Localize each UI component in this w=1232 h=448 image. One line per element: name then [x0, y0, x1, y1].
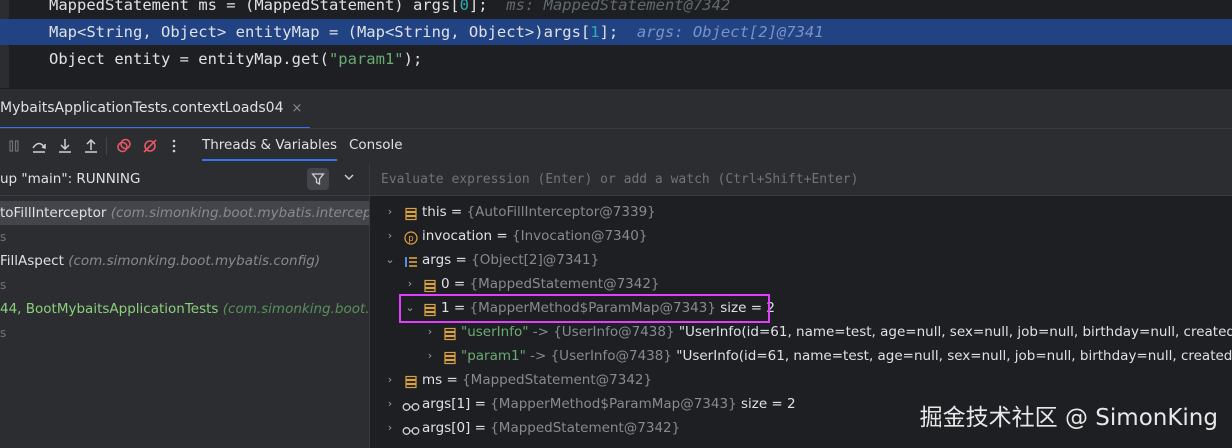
thread-selector[interactable]: up "main": RUNNING [0, 163, 369, 196]
debug-session-tab[interactable]: MybaitsApplicationTests.contextLoads04 × [0, 89, 311, 129]
chevron-right-icon[interactable]: › [404, 272, 416, 296]
map-entry-row[interactable]: › "userInfo" -> {UserInfo@7438} "UserInf… [370, 320, 1232, 344]
chevron-right-icon[interactable]: › [384, 416, 396, 440]
field-icon [443, 349, 457, 365]
variable-row-args[interactable]: ⌄ args = {Object[2]@7341} [370, 248, 1232, 272]
field-icon [423, 301, 437, 317]
tab-threads-variables[interactable]: Threads & Variables [202, 129, 338, 161]
array-icon [404, 253, 418, 267]
field-icon [404, 205, 418, 221]
watermark: 掘金技术社区 @ SimonKing [919, 405, 1218, 431]
tab-console[interactable]: Console [349, 129, 403, 161]
variable-row-args-0[interactable]: › 0 = {MappedStatement@7342} [370, 272, 1232, 296]
chevron-right-icon[interactable]: › [424, 344, 436, 368]
map-entry-row[interactable]: › "param1" -> {UserInfo@7438} "UserInfo(… [370, 344, 1232, 368]
chevron-right-icon[interactable]: › [384, 224, 396, 248]
debug-tab-bar: MybaitsApplicationTests.contextLoads04 × [0, 88, 1232, 129]
chevron-down-icon[interactable]: ⌄ [384, 248, 396, 272]
stack-frame[interactable]: toFillInterceptor (com.simonking.boot.my… [0, 201, 369, 225]
step-into-icon[interactable] [55, 136, 75, 156]
stack-frame[interactable]: 44, BootMybaitsApplicationTests (com.sim… [0, 297, 369, 321]
mute-breakpoints-icon[interactable] [140, 136, 160, 156]
chevron-right-icon[interactable]: › [384, 200, 396, 224]
inline-value-hint: ms: MappedStatement@7342 [487, 0, 731, 14]
stack-frame[interactable]: FillAspect (com.simonking.boot.mybatis.c… [0, 249, 369, 273]
code-line-3: Object entity = entityMap.get("param1"); [49, 50, 423, 68]
thread-label: up "main": RUNNING [0, 171, 141, 187]
field-icon [423, 277, 437, 293]
chevron-right-icon[interactable]: › [384, 368, 396, 392]
code-line-1: MappedStatement ms = (MappedStatement) a… [0, 0, 1232, 18]
stack-frame[interactable]: s [0, 225, 369, 249]
chevron-right-icon[interactable]: › [384, 392, 396, 416]
parameter-icon: p [404, 229, 418, 245]
inline-value-hint: args: Object[2]@7341 [618, 23, 824, 41]
stack-frame[interactable]: s [0, 273, 369, 297]
code-line-current: Map<String, Object> entityMap = (Map<Str… [0, 19, 1232, 45]
watch-glasses-icon [402, 421, 420, 435]
variable-row-ms[interactable]: › ms = {MappedStatement@7342} [370, 368, 1232, 392]
frames-panel: up "main": RUNNING toFillInterceptor (co… [0, 163, 370, 448]
toolbar-separator [106, 137, 107, 155]
field-icon [443, 325, 457, 341]
stack-frame[interactable]: s [0, 321, 369, 345]
filter-icon[interactable] [307, 168, 329, 190]
step-out-icon[interactable] [81, 136, 101, 156]
step-over-icon[interactable] [29, 136, 49, 156]
chevron-down-icon[interactable] [343, 171, 355, 187]
close-icon[interactable]: × [292, 101, 303, 116]
debug-toolbar: Threads & Variables Console [0, 128, 1232, 164]
chevron-down-icon[interactable]: ⌄ [404, 296, 416, 320]
watch-bar [370, 163, 1232, 196]
variable-row-invocation[interactable]: › p invocation = {Invocation@7340} [370, 224, 1232, 248]
debug-session-label: MybaitsApplicationTests.contextLoads04 [0, 100, 284, 116]
svg-text:p: p [408, 234, 413, 244]
code-editor[interactable]: MappedStatement ms = (MappedStatement) a… [0, 0, 1232, 88]
chevron-right-icon[interactable]: › [424, 320, 436, 344]
evaluate-expression-input[interactable] [370, 163, 1232, 195]
field-icon [404, 373, 418, 389]
view-breakpoints-icon[interactable] [114, 136, 134, 156]
pause-icon[interactable] [4, 136, 24, 156]
variable-row-this[interactable]: › this = {AutoFillInterceptor@7339} [370, 200, 1232, 224]
variable-row-args-1[interactable]: ⌄ 1 = {MapperMethod$ParamMap@7343} size … [370, 296, 1232, 320]
more-options-icon[interactable] [164, 136, 184, 156]
watch-glasses-icon [402, 397, 420, 411]
